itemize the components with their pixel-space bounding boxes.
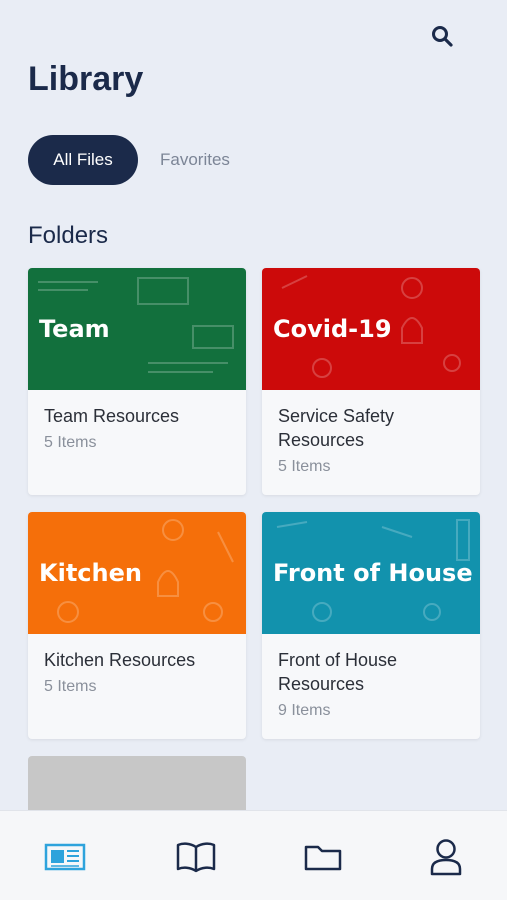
nav-library[interactable] — [174, 837, 218, 877]
news-icon — [44, 843, 86, 871]
folder-name: Kitchen Resources — [44, 650, 196, 670]
folder-banner: Team — [28, 268, 246, 390]
nav-profile[interactable] — [424, 837, 468, 877]
folders-heading: Folders — [28, 222, 109, 249]
folder-item-count: 9 Items — [278, 702, 331, 719]
folder-banner-label: Team — [39, 315, 110, 343]
folder-banner: Kitchen — [28, 512, 246, 634]
tab-bar: All Files Favorites — [28, 135, 230, 185]
folder-card-front-of-house[interactable]: Front of House Front of House Resources … — [262, 512, 480, 739]
folder-item-count: 5 Items — [44, 678, 97, 695]
nav-news[interactable] — [43, 837, 87, 877]
folder-banner-label: Covid-19 — [273, 315, 392, 343]
folder-card-covid-19[interactable]: Covid-19 Service Safety Resources 5 Item… — [262, 268, 480, 495]
folder-item-count: 5 Items — [278, 458, 331, 475]
search-icon — [432, 26, 453, 47]
folder-banner: Front of House — [262, 512, 480, 634]
profile-icon — [430, 839, 462, 876]
book-icon — [176, 842, 216, 873]
page-title: Library — [28, 60, 144, 98]
folder-banner: Covid-19 — [262, 268, 480, 390]
tab-favorites[interactable]: Favorites — [160, 135, 230, 185]
folder-name: Team Resources — [44, 406, 180, 426]
folder-icon — [304, 845, 342, 871]
tab-all-files[interactable]: All Files — [28, 135, 138, 185]
folder-banner-label: Kitchen — [39, 559, 142, 587]
search-button[interactable] — [428, 22, 456, 50]
folder-card-partial[interactable] — [28, 756, 246, 816]
folder-card-team[interactable]: Team Team Resources 5 Items — [28, 268, 246, 495]
folder-banner-label: Front of House — [273, 559, 473, 587]
folder-name: Front of House Resources — [278, 650, 398, 694]
folder-card-kitchen[interactable]: Kitchen Kitchen Resources 5 Items — [28, 512, 246, 739]
bottom-nav — [0, 810, 507, 900]
nav-folders[interactable] — [301, 837, 345, 877]
folder-name: Service Safety Resources — [278, 406, 395, 450]
folder-item-count: 5 Items — [44, 434, 97, 451]
